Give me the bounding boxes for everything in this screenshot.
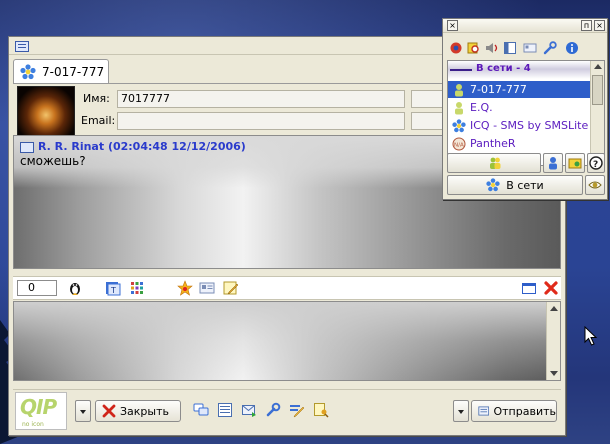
group-collapse-line [450,69,472,71]
status-button[interactable]: В сети [447,175,583,195]
quote-key-icon[interactable] [313,402,329,418]
main-menu-icon[interactable] [449,41,463,55]
restore-window-icon[interactable] [521,280,537,296]
logo-text: QIP [20,395,57,419]
contact-name: PantheR [470,137,516,150]
avatar[interactable] [17,86,75,142]
user-blue-icon [549,157,557,170]
message-input[interactable] [13,301,561,381]
message-window-icon [15,41,29,52]
contacts-people-icon [490,157,501,169]
list-item[interactable]: E.Q. [448,99,590,116]
mouse-cursor-icon [584,326,598,346]
close-red-icon[interactable] [543,280,559,296]
help-button[interactable]: ? [587,153,605,173]
send-message-icon [478,406,490,416]
bottom-bar: QIP no icon Закрыть Отправить [13,389,561,433]
send-options-dropdown[interactable] [453,400,469,422]
char-counter: 0 [17,280,57,296]
message-header: R. R. Rinat (02:04:48 12/12/2006) [38,140,246,153]
close-button-label: Закрыть [120,404,169,418]
groups-button[interactable] [565,153,585,173]
window-panel-icon[interactable] [503,41,517,55]
icq-flower-icon [20,63,36,79]
scroll-down-icon[interactable] [550,371,558,376]
smiley-star-icon[interactable] [177,280,193,296]
search-contact-icon[interactable] [467,41,481,55]
name-field[interactable]: 7017777 [117,90,405,108]
sound-icon[interactable] [485,41,499,55]
list-item[interactable]: 7-017-777 [448,81,590,98]
translit-icon[interactable]: T [105,280,121,296]
qip-logo[interactable]: QIP no icon [15,392,67,430]
bottom-toolbar [193,400,341,422]
tab-contact[interactable]: 7-017-777 [13,59,109,83]
contact-card-icon[interactable] [199,280,215,296]
contact-list-close-button[interactable]: × [447,20,458,31]
privacy-button[interactable] [585,175,605,195]
svg-text:N/A: N/A [454,142,464,148]
wrench-icon[interactable] [543,41,557,55]
user-icon [455,83,463,96]
svg-text:?: ? [593,160,598,170]
contact-list-scrollbar[interactable] [590,61,604,165]
send-file-icon[interactable] [241,402,257,418]
chat-bubbles-icon[interactable] [193,402,209,418]
settings-wrench-icon[interactable] [265,402,281,418]
linux-penguin-icon[interactable] [67,280,83,296]
edit-pen-icon[interactable] [289,402,305,418]
user-icon [455,101,463,114]
status-button-label: В сети [506,178,544,192]
contact-list-titlebar[interactable]: × п × [443,19,607,33]
card-icon[interactable] [523,41,537,55]
contact-list-hide-button[interactable]: × [594,20,605,31]
contact-list-toolbar [445,39,605,59]
contact-user-button[interactable] [543,153,563,173]
compose-toolbar: 0 T [13,276,561,300]
contact-name: 7-017-777 [470,83,527,96]
na-icon: N/A [452,137,466,150]
list-item[interactable]: ICQ - SMS by SMSLite [448,117,590,134]
email-label: Email: [81,114,116,127]
close-x-icon [102,404,116,418]
name-label: Имя: [83,92,110,105]
group-header-label: В сети - 4 [476,63,531,74]
svg-text:T: T [110,286,116,295]
tab-label: 7-017-777 [42,64,105,79]
close-button[interactable]: Закрыть [95,400,181,422]
send-button-label: Отправить [493,404,556,418]
contact-name: ICQ - SMS by SMSLite [470,119,589,132]
icq-flower-icon [486,178,500,192]
scroll-thumb[interactable] [592,75,603,105]
message-text: сможешь? [20,154,86,168]
note-pencil-icon[interactable] [223,280,239,296]
group-header-online[interactable]: В сети - 4 [448,61,590,79]
help-question-icon: ? [589,156,603,170]
eye-icon [588,181,602,189]
contact-list-window: × п × В сети - 4 7-017-777 E.Q. ICQ - SM… [442,18,608,200]
list-item[interactable]: N/A PantheR [448,135,590,152]
compose-scrollbar[interactable] [546,302,560,380]
pin-button[interactable]: п [581,20,592,31]
contact-list[interactable]: В сети - 4 7-017-777 E.Q. ICQ - SMS by S… [447,60,605,166]
compose-fade [14,302,560,380]
folder-shield-icon [568,158,582,169]
info-icon[interactable] [565,41,579,55]
email-field[interactable] [117,112,405,130]
icq-flower-icon [452,118,466,132]
smiles-grid-icon[interactable] [129,280,145,296]
scroll-up-icon[interactable] [550,306,558,311]
send-button[interactable]: Отправить [471,400,557,422]
show-contacts-button[interactable] [447,153,541,173]
message-icon [20,142,34,153]
logo-subtext: no icon [22,421,44,428]
contact-name: E.Q. [470,101,493,114]
history-list-icon[interactable] [217,402,233,418]
scroll-up-icon[interactable] [594,64,602,69]
close-options-dropdown[interactable] [75,400,91,422]
